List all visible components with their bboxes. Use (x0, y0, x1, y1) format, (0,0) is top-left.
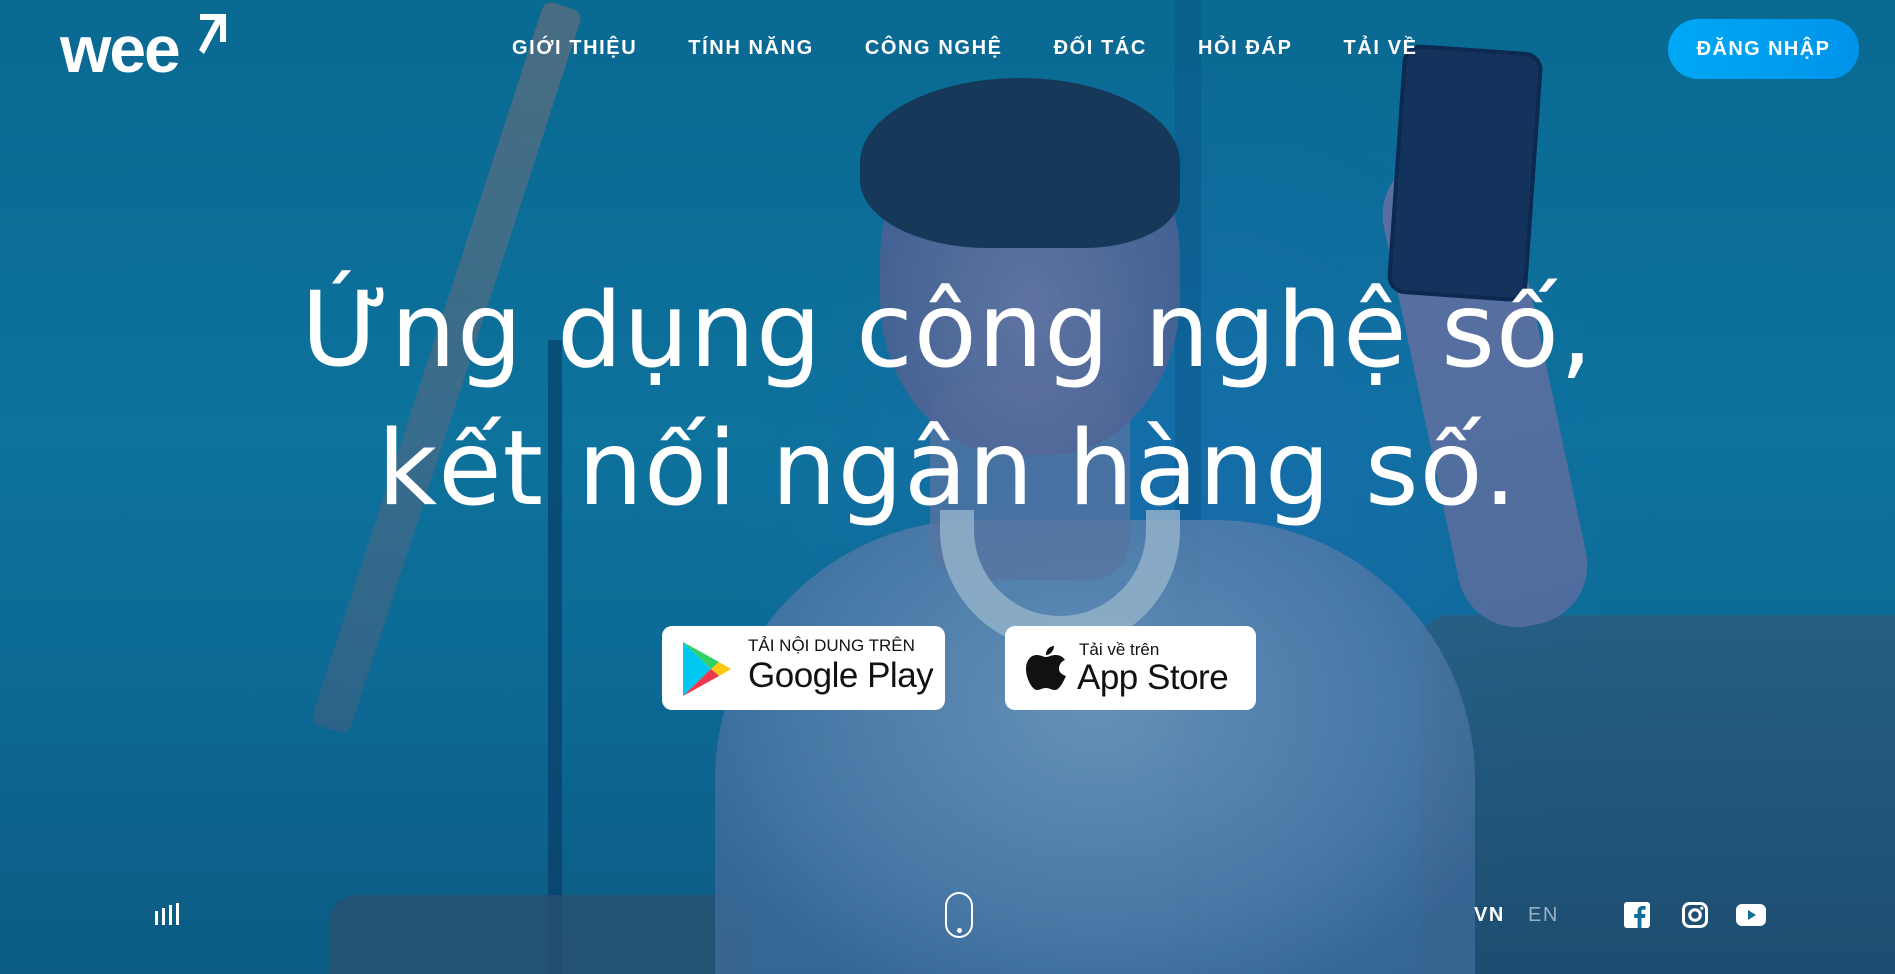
youtube-icon[interactable] (1736, 904, 1766, 926)
instagram-icon[interactable] (1682, 902, 1708, 928)
google-play-small-label: TẢI NỘI DUNG TRÊN (748, 636, 915, 655)
nav-item-doi-tac[interactable]: ĐỐI TÁC (1054, 37, 1147, 60)
google-play-big-label: Google Play (748, 656, 934, 695)
logo-text: wee (60, 12, 181, 86)
apple-icon (1026, 646, 1066, 690)
app-store-big-label: App Store (1077, 658, 1229, 697)
nav-item-hoi-dap[interactable]: HỎI ĐÁP (1198, 37, 1293, 60)
nav-item-tinh-nang[interactable]: TÍNH NĂNG (688, 37, 814, 60)
main-nav: GIỚI THIỆU TÍNH NĂNG CÔNG NGHỆ ĐỐI TÁC H… (512, 37, 1469, 60)
equalizer-icon[interactable] (154, 903, 180, 925)
hero-line-2: kết nối ngân hàng số. (377, 409, 1518, 529)
login-button[interactable]: ĐĂNG NHẬP (1668, 19, 1859, 79)
facebook-icon[interactable] (1624, 902, 1650, 928)
app-store-badge[interactable]: Tải về trên App Store (1005, 626, 1256, 710)
hero-line-1: Ứng dụng công nghệ số, (301, 271, 1594, 391)
language-vn[interactable]: VN (1474, 904, 1505, 927)
wee-logo[interactable]: wee (60, 12, 226, 82)
logo-arrow-icon (199, 14, 226, 54)
nav-item-gioi-thieu[interactable]: GIỚI THIỆU (512, 37, 637, 60)
app-store-small-label: Tải về trên (1079, 640, 1160, 659)
hero-headline: Ứng dụng công nghệ số, kết nối ngân hàng… (0, 262, 1895, 538)
scroll-mouse-icon[interactable] (945, 892, 973, 938)
google-play-icon (683, 642, 731, 696)
nav-item-cong-nghe[interactable]: CÔNG NGHỆ (865, 37, 1003, 60)
language-en[interactable]: EN (1528, 904, 1559, 927)
nav-item-tai-ve[interactable]: TẢI VỀ (1344, 37, 1418, 60)
google-play-badge[interactable]: TẢI NỘI DUNG TRÊN Google Play (662, 626, 945, 710)
